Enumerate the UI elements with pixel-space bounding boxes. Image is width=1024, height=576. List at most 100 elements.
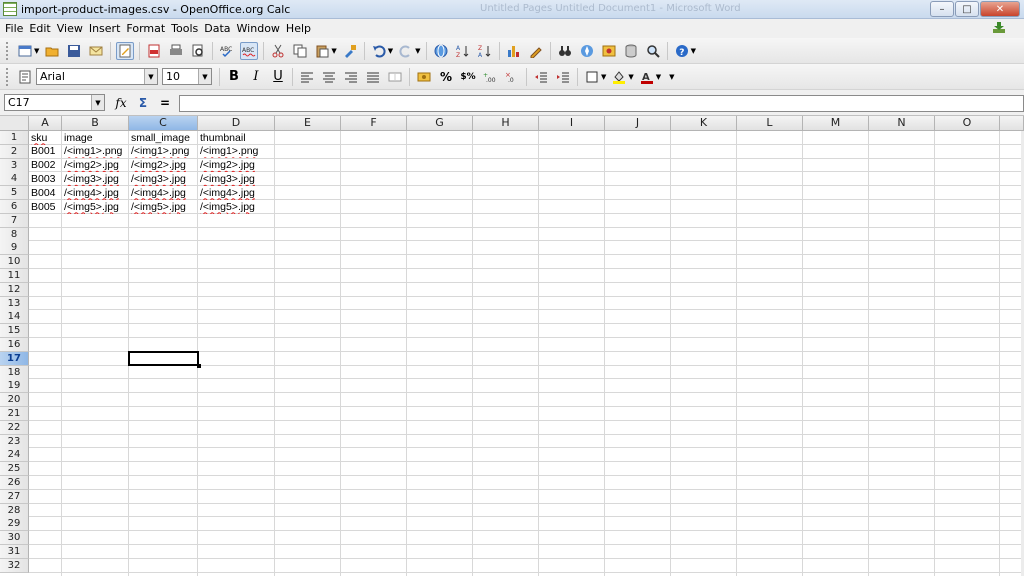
row-header[interactable]: 20 (0, 393, 29, 408)
font-size-combobox[interactable]: 10 ▼ (162, 68, 212, 85)
borders-dropdown-icon[interactable]: ▼ (601, 73, 606, 81)
save-icon[interactable] (65, 42, 83, 60)
column-header-n[interactable]: N (869, 116, 935, 131)
row-header[interactable]: 1 (0, 131, 29, 145)
merge-cells-icon[interactable] (386, 68, 404, 86)
cell-c4[interactable]: /<img3>.jpg (130, 172, 197, 186)
italic-button[interactable]: I (247, 68, 265, 86)
autospellcheck-icon[interactable]: ABC (240, 41, 259, 60)
row-header[interactable]: 19 (0, 379, 29, 394)
sort-descending-icon[interactable]: ZA (476, 42, 494, 60)
navigator-icon[interactable] (578, 42, 596, 60)
row-header[interactable]: 30 (0, 531, 29, 546)
paste-icon[interactable] (313, 42, 331, 60)
menu-window[interactable]: Window (236, 22, 285, 35)
column-header-a[interactable]: A (29, 116, 62, 131)
toolbar-grip[interactable] (6, 67, 9, 86)
undo-icon[interactable] (370, 42, 388, 60)
font-color-icon[interactable]: A (638, 68, 656, 86)
menu-view[interactable]: View (56, 22, 88, 35)
font-name-dropdown-icon[interactable]: ▼ (144, 69, 157, 84)
select-all-corner[interactable] (0, 116, 29, 131)
cell-a1[interactable]: sku (30, 131, 61, 145)
row-header[interactable]: 5 (0, 186, 29, 201)
row-header[interactable]: 18 (0, 365, 29, 380)
column-header-g[interactable]: G (407, 116, 473, 131)
column-header-l[interactable]: L (737, 116, 803, 131)
row-header[interactable]: 2 (0, 144, 29, 159)
column-header-c[interactable]: C (129, 116, 198, 131)
cell-c2[interactable]: /<img1>.png (130, 144, 197, 158)
row-header[interactable]: 24 (0, 448, 29, 463)
align-left-icon[interactable] (298, 68, 316, 86)
column-header-i[interactable]: I (539, 116, 605, 131)
cell-a3[interactable]: B002 (30, 158, 61, 172)
cell-c5[interactable]: /<img4>.jpg (130, 186, 197, 200)
spreadsheet-grid[interactable]: A B C D E F G H I J K L M N O 1 2 3 4 5 6 7 8 9 10 11 12 13 14 15 16 17… (0, 116, 1024, 576)
currency-format-icon[interactable] (415, 68, 433, 86)
row-header[interactable]: 7 (0, 213, 29, 228)
close-button[interactable]: ✕ (980, 1, 1020, 17)
row-header[interactable]: 23 (0, 434, 29, 449)
name-box[interactable]: C17 ▼ (4, 94, 105, 111)
column-header-h[interactable]: H (473, 116, 539, 131)
gallery-icon[interactable] (600, 42, 618, 60)
edit-file-icon[interactable] (116, 41, 135, 60)
row-header[interactable]: 21 (0, 407, 29, 421)
column-header-b[interactable]: B (62, 116, 129, 131)
minimize-button[interactable]: – (930, 1, 954, 17)
menu-tools[interactable]: Tools (170, 22, 203, 35)
maximize-button[interactable]: □ (955, 1, 979, 17)
name-box-dropdown-icon[interactable]: ▼ (91, 95, 104, 110)
decrease-indent-icon[interactable] (532, 68, 550, 86)
sort-ascending-icon[interactable]: AZ (454, 42, 472, 60)
row-header[interactable]: 29 (0, 517, 29, 532)
row-header[interactable]: 10 (0, 255, 29, 270)
export-pdf-icon[interactable] (145, 42, 163, 60)
justify-icon[interactable] (364, 68, 382, 86)
standard-number-format-button[interactable]: $% (459, 68, 477, 86)
formatting-toolbar-options-icon[interactable]: ▼ (669, 73, 674, 81)
row-header[interactable]: 31 (0, 545, 29, 559)
font-color-dropdown-icon[interactable]: ▼ (656, 73, 661, 81)
data-sources-icon[interactable] (622, 42, 640, 60)
print-icon[interactable] (167, 42, 185, 60)
zoom-icon[interactable] (644, 42, 662, 60)
row-header[interactable]: 16 (0, 338, 29, 352)
column-header-e[interactable]: E (275, 116, 341, 131)
row-header[interactable]: 15 (0, 324, 29, 339)
cell-d6[interactable]: /<img5>.jpg (199, 200, 274, 214)
font-size-dropdown-icon[interactable]: ▼ (198, 69, 211, 84)
menu-data[interactable]: Data (203, 22, 235, 35)
row-header[interactable]: 11 (0, 269, 29, 283)
sum-button[interactable]: Σ (133, 94, 153, 112)
bold-button[interactable]: B (225, 68, 243, 86)
cell-d3[interactable]: /<img2>.jpg (199, 158, 274, 172)
cell-b2[interactable]: /<img1>.png (63, 144, 128, 158)
active-cell-cursor[interactable] (128, 351, 199, 366)
menu-file[interactable]: File (4, 22, 28, 35)
row-header[interactable]: 4 (0, 172, 29, 187)
row-header[interactable]: 32 (0, 558, 29, 573)
row-header[interactable]: 14 (0, 310, 29, 325)
menu-help[interactable]: Help (285, 22, 316, 35)
hyperlink-icon[interactable] (432, 42, 450, 60)
chart-icon[interactable] (505, 42, 523, 60)
cell-a2[interactable]: B001 (30, 144, 61, 158)
styles-formatting-icon[interactable] (16, 68, 34, 86)
redo-icon[interactable] (397, 42, 415, 60)
column-header-o[interactable]: O (935, 116, 1000, 131)
row-header[interactable]: 6 (0, 200, 29, 214)
function-button[interactable]: = (155, 94, 175, 112)
row-header[interactable]: 13 (0, 296, 29, 311)
show-draw-functions-icon[interactable] (527, 42, 545, 60)
background-color-dropdown-icon[interactable]: ▼ (628, 73, 633, 81)
row-header[interactable]: 28 (0, 503, 29, 518)
toolbar-grip[interactable] (6, 41, 9, 60)
cut-icon[interactable] (269, 42, 287, 60)
email-icon[interactable] (87, 42, 105, 60)
formula-input[interactable] (179, 95, 1024, 112)
align-center-icon[interactable] (320, 68, 338, 86)
percent-format-button[interactable]: % (437, 68, 455, 86)
cell-d1[interactable]: thumbnail (199, 131, 274, 145)
